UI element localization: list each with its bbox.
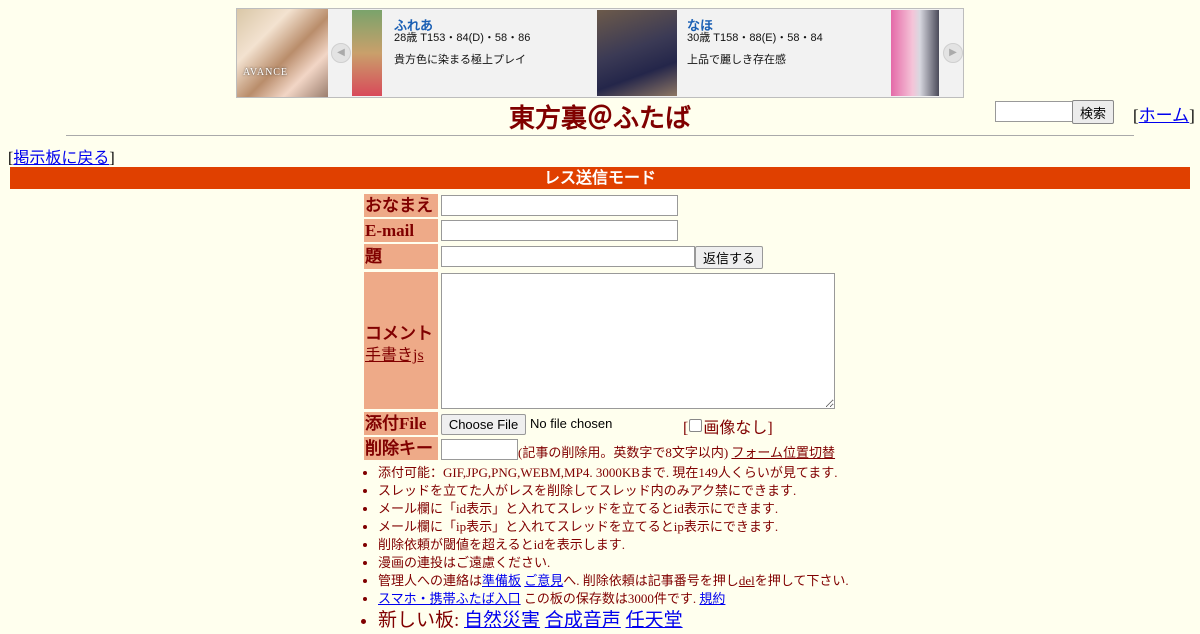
bracket: ] bbox=[109, 150, 115, 167]
email-field[interactable] bbox=[441, 220, 678, 241]
no-image-option[interactable]: [ 画像なし] bbox=[683, 414, 773, 438]
comment-label-cell: コメント 手書きjs bbox=[364, 272, 438, 409]
bracket: [ bbox=[683, 420, 689, 437]
rule-text: へ. 削除依頼は記事番号を押し bbox=[563, 573, 739, 588]
card-tagline: 貴方色に染まる極上プレイ bbox=[394, 54, 526, 66]
no-image-label: 画像なし bbox=[703, 420, 768, 437]
bracket: ] bbox=[767, 420, 773, 437]
divider bbox=[66, 135, 1134, 136]
mode-bar: レス送信モード bbox=[10, 167, 1190, 189]
new-board-link[interactable]: 任天堂 bbox=[626, 610, 683, 631]
mobile-entrance-link[interactable]: スマホ・携帯ふたば入口 bbox=[378, 591, 521, 606]
rule-text: 管理人への連絡は bbox=[378, 573, 483, 588]
comment-textarea[interactable] bbox=[441, 273, 835, 409]
list-item: 添付可能：GIF,JPG,PNG,WEBM,MP4. 3000KBまで. 現在1… bbox=[378, 464, 849, 482]
reply-submit-button[interactable]: 返信する bbox=[695, 246, 763, 269]
handwriting-js-link[interactable]: 手書きjs bbox=[365, 341, 424, 365]
card-stats: 28歳 T153・84(D)・58・86 bbox=[394, 32, 531, 44]
subject-label: 題名 bbox=[364, 244, 438, 291]
subject-field[interactable] bbox=[441, 246, 695, 267]
email-label: E-mail bbox=[364, 219, 438, 242]
new-board-link[interactable]: 合成音声 bbox=[545, 610, 621, 631]
home-link-wrapper: [ホーム] bbox=[1133, 101, 1195, 126]
name-label: おなまえ bbox=[364, 194, 438, 217]
form-position-toggle-link[interactable]: フォーム位置切替 bbox=[731, 445, 835, 460]
rules-list: 添付可能：GIF,JPG,PNG,WEBM,MP4. 3000KBまで. 現在1… bbox=[364, 464, 849, 634]
profile-photo[interactable] bbox=[891, 10, 939, 96]
file-label: 添付File bbox=[364, 412, 438, 435]
home-link[interactable]: ホーム bbox=[1139, 106, 1190, 125]
banner-card[interactable]: なほ 30歳 T158・88(E)・58・84 上品で麗しき存在感 bbox=[595, 9, 888, 97]
prep-board-link[interactable]: 準備板 bbox=[482, 573, 521, 588]
list-item: スマホ・携帯ふたば入口 この板の保存数は3000件です. 規約 bbox=[378, 590, 849, 608]
no-image-checkbox[interactable] bbox=[689, 419, 703, 432]
delete-key-note: (記事の削除用。英数字で8文字以内) bbox=[518, 445, 729, 460]
delete-key-field[interactable] bbox=[441, 439, 518, 460]
search-input[interactable] bbox=[995, 101, 1075, 122]
back-to-board-link[interactable]: 掲示板に戻る bbox=[13, 150, 109, 167]
del-link[interactable]: del bbox=[739, 573, 755, 588]
search-button[interactable]: 検索 bbox=[1072, 100, 1114, 124]
ad-banner[interactable]: AVANCE ◀ ふれあ 28歳 T153・84(D)・58・86 貴方色に染ま… bbox=[236, 8, 964, 98]
list-item: 漫画の連投はご遠慮ください. bbox=[378, 554, 849, 572]
back-link-wrapper: [掲示板に戻る] bbox=[8, 144, 115, 168]
terms-link[interactable]: 規約 bbox=[699, 591, 725, 606]
bracket: ] bbox=[1189, 106, 1195, 125]
banner-prev-arrow-icon[interactable]: ◀ bbox=[331, 43, 351, 63]
name-field[interactable] bbox=[441, 195, 678, 216]
list-item: 新しい板: 自然災害 合成音声 任天堂 bbox=[378, 608, 849, 634]
rule-text: を押して下さい. bbox=[754, 573, 849, 588]
file-status: No file chosen bbox=[530, 416, 613, 431]
banner-next-arrow-icon[interactable]: ▶ bbox=[943, 43, 963, 63]
new-boards-label: 新しい板: bbox=[378, 610, 460, 631]
shop-logo-image[interactable]: AVANCE bbox=[237, 9, 328, 97]
list-item: 管理人への連絡は準備板 ご意見へ. 削除依頼は記事番号を押しdelを押して下さい… bbox=[378, 572, 849, 590]
card-stats: 30歳 T158・88(E)・58・84 bbox=[687, 32, 823, 44]
choose-file-button[interactable]: Choose File bbox=[441, 414, 526, 435]
banner-card-partial[interactable] bbox=[891, 9, 939, 97]
list-item: メール欄に「id表示」と入れてスレッドを立てるとid表示にできます. bbox=[378, 500, 849, 518]
new-board-link[interactable]: 自然災害 bbox=[464, 610, 540, 631]
card-tagline: 上品で麗しき存在感 bbox=[687, 54, 786, 66]
banner-card[interactable]: ふれあ 28歳 T153・84(D)・58・86 貴方色に染まる極上プレイ bbox=[352, 9, 595, 97]
delete-key-label: 削除キー bbox=[364, 437, 438, 460]
profile-photo[interactable] bbox=[597, 10, 677, 96]
list-item: 削除依頼が閾値を超えるとidを表示します. bbox=[378, 536, 849, 554]
rule-text: この板の保存数は3000件です. bbox=[523, 591, 697, 606]
profile-photo[interactable] bbox=[352, 10, 382, 96]
list-item: メール欄に「ip表示」と入れてスレッドを立てるとip表示にできます. bbox=[378, 518, 849, 536]
shop-logo-text: AVANCE bbox=[243, 67, 289, 78]
delete-key-note-wrapper: (記事の削除用。英数字で8文字以内) フォーム位置切替 bbox=[518, 442, 835, 461]
list-item: スレッドを立てた人がレスを削除してスレッド内のみアク禁にできます. bbox=[378, 482, 849, 500]
feedback-link[interactable]: ご意見 bbox=[524, 573, 563, 588]
